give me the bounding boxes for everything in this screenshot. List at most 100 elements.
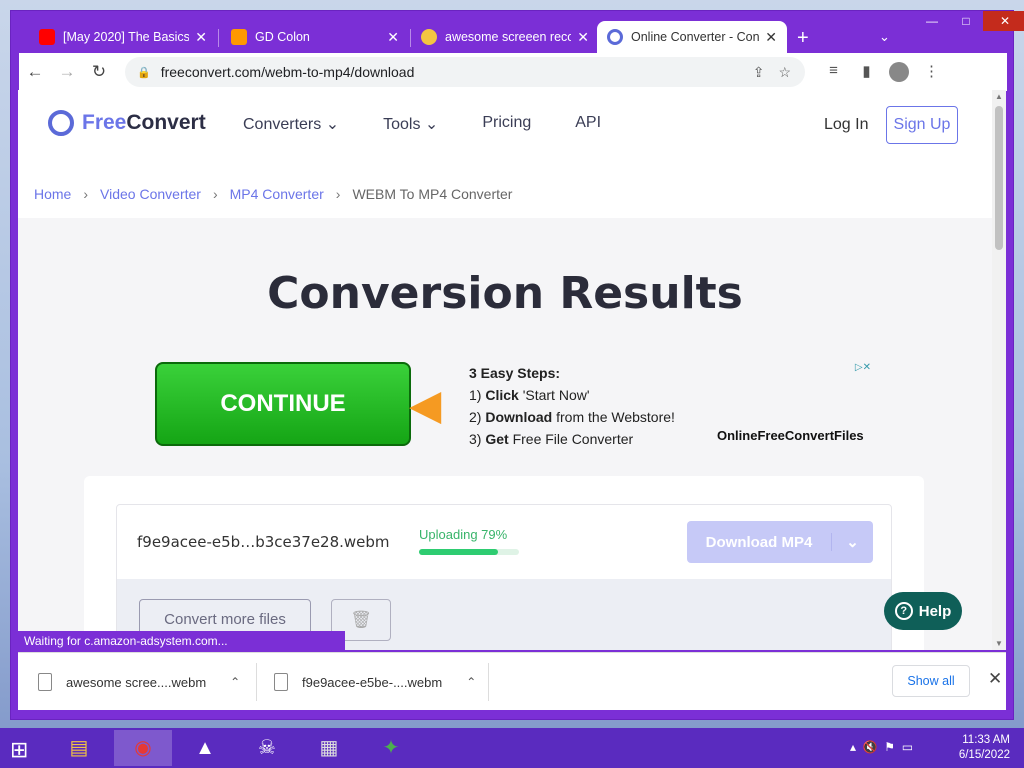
chevron-down-icon: ⌄ bbox=[325, 116, 340, 133]
chevron-right-icon: › bbox=[212, 186, 218, 202]
chrome-icon[interactable]: ◉ bbox=[114, 730, 172, 766]
download-mp4-button[interactable]: Download MP4 ⌄ bbox=[687, 521, 873, 563]
chevron-down-icon[interactable]: ⌄ bbox=[831, 533, 873, 551]
nav-tools[interactable]: Tools ⌄ bbox=[383, 114, 438, 134]
ad-steps: 3 Easy Steps: 1) Click 'Start Now' 2) Do… bbox=[469, 362, 675, 450]
chevron-down-icon: ⌄ bbox=[424, 116, 439, 133]
ad-heading: 3 Easy Steps: bbox=[469, 365, 561, 381]
download-item[interactable]: f9e9acee-e5be-....webm ⌃ bbox=[274, 653, 476, 711]
windows-start-icon[interactable]: ⊞ bbox=[10, 737, 28, 763]
breadcrumb-home[interactable]: Home bbox=[34, 186, 71, 202]
freeconvert-logo[interactable]: Free Convert bbox=[48, 110, 206, 136]
file-card: f9e9acee-e5b…b3ce37e28.webm Uploading 79… bbox=[116, 504, 892, 650]
ad-continue-button[interactable]: CONTINUE bbox=[155, 362, 411, 446]
tab-gd-colon[interactable]: GD Colon ✕ bbox=[221, 21, 409, 53]
close-icon[interactable]: ✕ bbox=[195, 29, 207, 46]
page-title: Conversion Results bbox=[267, 268, 743, 319]
breadcrumb: Home › Video Converter › MP4 Converter ›… bbox=[34, 186, 524, 202]
scrollbar[interactable]: ▲ ▼ bbox=[992, 90, 1006, 650]
nav-pricing[interactable]: Pricing bbox=[482, 114, 531, 134]
show-all-button[interactable]: Show all bbox=[892, 665, 970, 697]
address-bar[interactable]: 🔒 freeconvert.com/webm-to-mp4/download ⇪… bbox=[125, 57, 805, 87]
star-icon[interactable]: ☆ bbox=[778, 64, 791, 81]
youtube-icon bbox=[39, 29, 55, 45]
ad-step-2: 2) Download from the Webstore! bbox=[469, 409, 675, 425]
progress-fill bbox=[419, 549, 498, 555]
maximize-icon[interactable]: □ bbox=[949, 11, 983, 31]
tab-title: awesome screeen recor bbox=[445, 30, 572, 44]
freeconvert-icon bbox=[607, 29, 623, 45]
tab-title: Online Converter - Con bbox=[631, 30, 760, 44]
chevron-right-icon: › bbox=[335, 186, 341, 202]
logo-text-free: Free bbox=[82, 111, 127, 134]
breadcrumb-mp4-converter[interactable]: MP4 Converter bbox=[230, 186, 324, 202]
question-icon: ? bbox=[894, 602, 913, 620]
download-label: Download MP4 bbox=[705, 533, 813, 551]
close-icon[interactable]: ✕ bbox=[577, 29, 589, 46]
login-link[interactable]: Log In bbox=[824, 116, 868, 134]
app-monitor-icon[interactable]: ▦ bbox=[300, 730, 358, 766]
help-button[interactable]: ? Help bbox=[884, 592, 962, 630]
back-icon[interactable]: ← bbox=[19, 62, 51, 82]
upload-progress-bar bbox=[419, 549, 519, 555]
downloads-shelf: awesome scree....webm ⌃ f9e9acee-e5be-..… bbox=[18, 652, 1006, 710]
clock[interactable]: 11:33 AM 6/15/2022 bbox=[950, 733, 1010, 763]
advertisement[interactable]: CONTINUE ◀ 3 Easy Steps: 1) Click 'Start… bbox=[155, 362, 871, 448]
clock-time: 11:33 AM bbox=[962, 734, 1010, 746]
share-icon[interactable]: ⇪ bbox=[753, 64, 765, 81]
window-close-icon[interactable]: ✕ bbox=[983, 11, 1024, 31]
scroll-up-icon[interactable]: ▲ bbox=[995, 92, 1003, 101]
breadcrumb-current: WEBM To MP4 Converter bbox=[352, 186, 513, 202]
lock-icon[interactable]: 🔒 bbox=[137, 66, 151, 79]
media-control-icon[interactable]: ≡ bbox=[817, 62, 850, 82]
browser-toolbar: ← → ↻ 🔒 freeconvert.com/webm-to-mp4/down… bbox=[19, 53, 1007, 91]
tab-youtube[interactable]: [May 2020] The Basics ✕ bbox=[29, 21, 217, 53]
nav-converters[interactable]: Converters ⌄ bbox=[243, 114, 339, 134]
reload-icon[interactable]: ↻ bbox=[83, 62, 115, 82]
side-panel-icon[interactable]: ▮ bbox=[850, 62, 883, 82]
forward-icon[interactable]: → bbox=[51, 62, 83, 82]
menu-icon[interactable]: ⋮ bbox=[915, 62, 948, 82]
main-nav: Converters ⌄ Tools ⌄ Pricing API bbox=[243, 114, 645, 134]
app-monster-icon[interactable]: ☠ bbox=[238, 730, 296, 766]
scrollbar-thumb[interactable] bbox=[995, 106, 1003, 250]
adchoices-icon[interactable]: ▷✕ bbox=[855, 362, 871, 373]
system-tray[interactable]: ▴ 🔇 ⚑ ▭ bbox=[850, 740, 913, 754]
chevron-up-icon[interactable]: ⌃ bbox=[466, 675, 476, 689]
signup-button[interactable]: Sign Up bbox=[886, 106, 958, 144]
profile-avatar[interactable] bbox=[889, 62, 909, 82]
close-icon[interactable]: ✕ bbox=[765, 29, 777, 46]
site-header: Free Convert Converters ⌄ Tools ⌄ Pricin… bbox=[18, 90, 992, 218]
file-name: f9e9acee-e5b…b3ce37e28.webm bbox=[137, 533, 390, 551]
window-controls: — □ ✕ bbox=[915, 11, 1024, 31]
new-tab-icon[interactable]: + bbox=[797, 27, 809, 50]
download-item[interactable]: awesome scree....webm ⌃ bbox=[38, 653, 240, 711]
tab-title: [May 2020] The Basics bbox=[63, 30, 190, 44]
tab-online-converter[interactable]: Online Converter - Con ✕ bbox=[597, 21, 787, 53]
close-icon[interactable]: ✕ bbox=[988, 669, 1002, 689]
taskbar: ⊞ ▤ ◉ ▲ ☠ ▦ ✦ ▴ 🔇 ⚑ ▭ 11:33 AM 6/15/2022 bbox=[0, 728, 1024, 768]
download-filename: f9e9acee-e5be-....webm bbox=[302, 674, 443, 690]
close-icon[interactable]: ✕ bbox=[387, 29, 399, 46]
download-filename: awesome scree....webm bbox=[66, 674, 207, 690]
app-game-icon[interactable]: ✦ bbox=[362, 730, 420, 766]
tab-strip: [May 2020] The Basics ✕ GD Colon ✕ aweso… bbox=[11, 11, 1024, 53]
clock-date: 6/15/2022 bbox=[958, 749, 1010, 761]
results-panel: f9e9acee-e5b…b3ce37e28.webm Uploading 79… bbox=[84, 476, 924, 650]
breadcrumb-video-converter[interactable]: Video Converter bbox=[100, 186, 201, 202]
chevron-up-icon[interactable]: ⌃ bbox=[230, 675, 240, 689]
tab-search-icon[interactable]: ⌄ bbox=[879, 29, 890, 45]
url-text: freeconvert.com/webm-to-mp4/download bbox=[160, 64, 415, 80]
file-explorer-icon[interactable]: ▤ bbox=[50, 730, 108, 766]
gd-icon bbox=[231, 29, 247, 45]
face-icon bbox=[421, 29, 437, 45]
minimize-icon[interactable]: — bbox=[915, 11, 949, 31]
nav-api[interactable]: API bbox=[575, 114, 601, 134]
ad-step-3: 3) Get Free File Converter bbox=[469, 431, 634, 447]
tab-title: GD Colon bbox=[255, 30, 310, 44]
page-viewport: Free Convert Converters ⌄ Tools ⌄ Pricin… bbox=[18, 90, 1006, 650]
logo-icon bbox=[48, 110, 74, 136]
scroll-down-icon[interactable]: ▼ bbox=[995, 639, 1003, 648]
app-triangle-icon[interactable]: ▲ bbox=[176, 730, 234, 766]
tab-screen-recorder[interactable]: awesome screeen recor ✕ bbox=[411, 21, 599, 53]
